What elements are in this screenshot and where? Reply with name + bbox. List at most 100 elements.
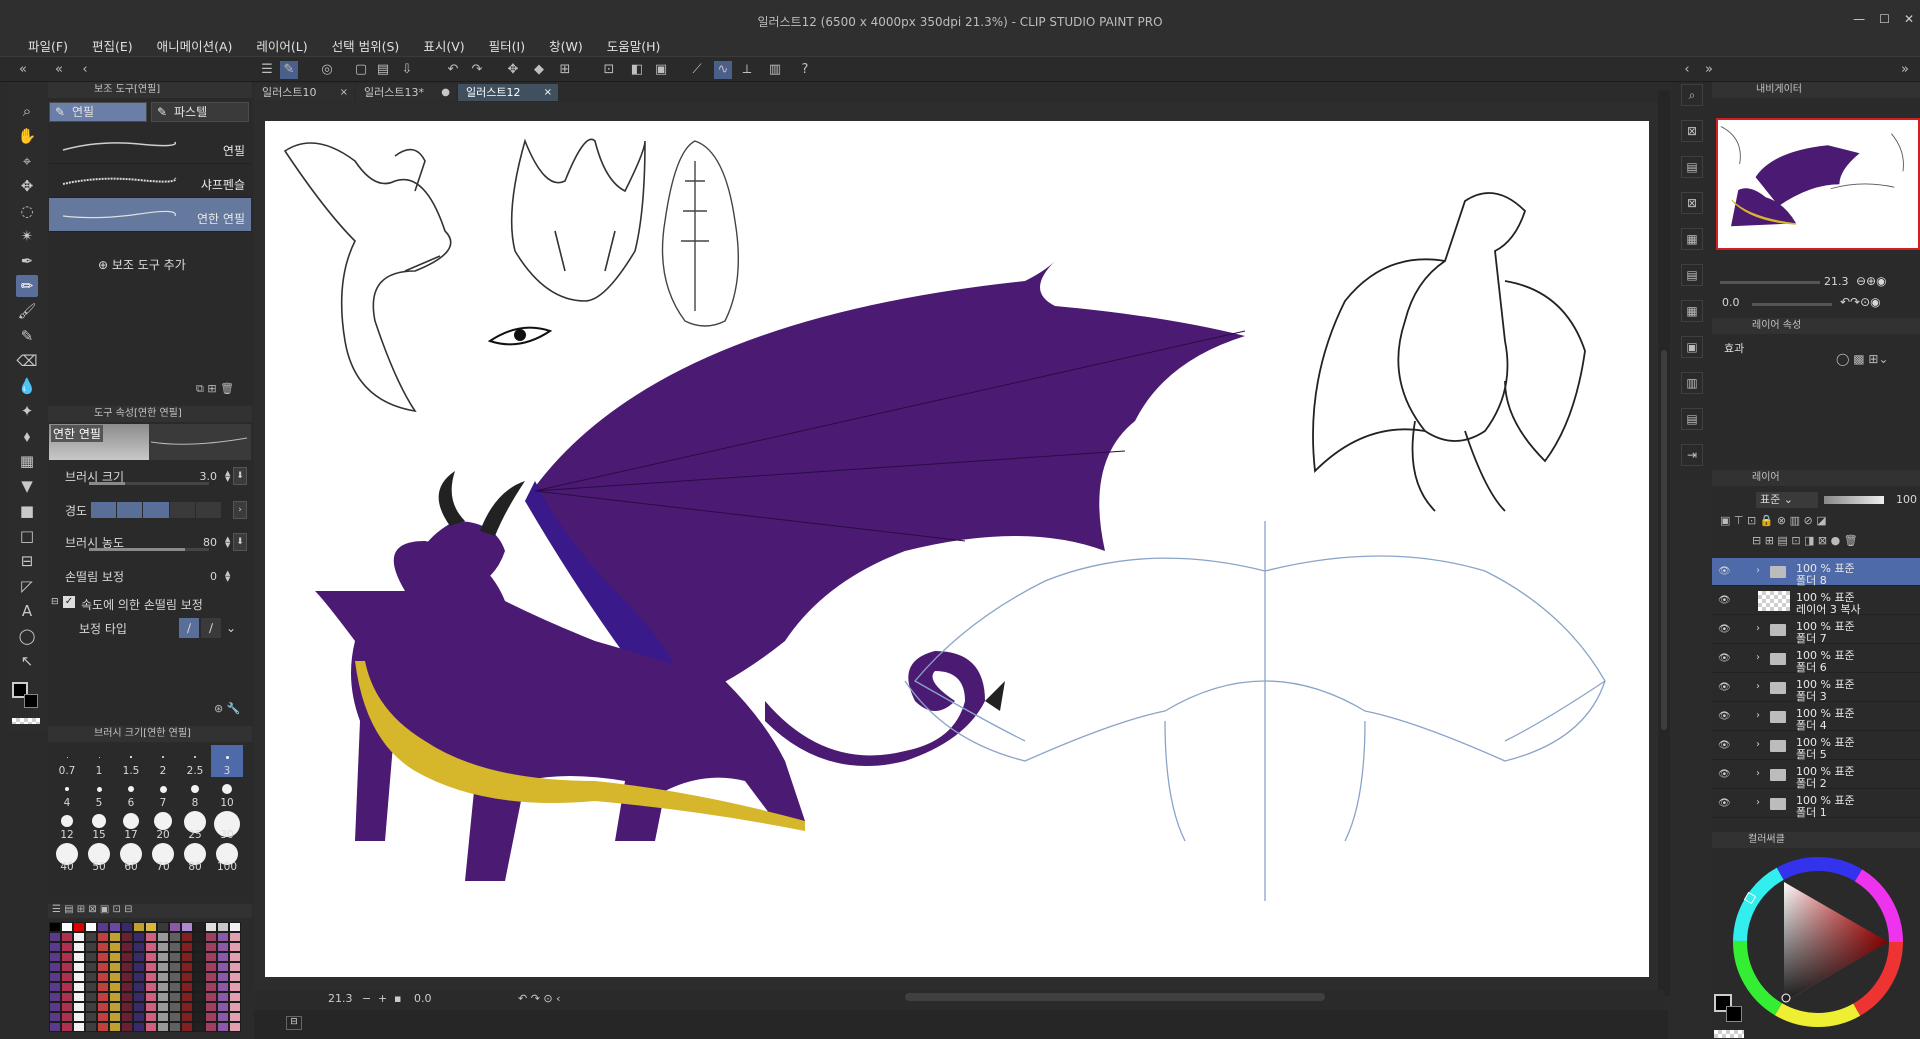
navigator-thumbnail[interactable] — [1716, 118, 1920, 250]
hand-tool-icon[interactable]: ✋ — [16, 125, 38, 147]
palette-swatch[interactable] — [109, 952, 121, 962]
curve-ruler-icon[interactable]: ∿ — [714, 61, 732, 79]
collapse-left-icon[interactable]: « — [14, 61, 32, 79]
palette-swatch[interactable] — [193, 942, 205, 952]
correction-type-b-icon[interactable]: ∕ — [201, 618, 221, 638]
dynamics-icon[interactable]: ⬇ — [233, 533, 247, 551]
material-icon[interactable]: ▤ — [1681, 408, 1703, 430]
palette-swatch[interactable] — [49, 922, 61, 932]
palette-swatch[interactable] — [73, 952, 85, 962]
chevron-right-icon[interactable]: › — [1756, 710, 1760, 721]
zoom-value[interactable]: 21.3 — [328, 992, 353, 1005]
palette-swatch[interactable] — [61, 992, 73, 1002]
chevron-right-icon[interactable]: › — [1756, 681, 1760, 692]
palette-swatch[interactable] — [193, 982, 205, 992]
palette-swatch[interactable] — [205, 972, 217, 982]
palette-swatch[interactable] — [133, 982, 145, 992]
transparent-color-swatch[interactable] — [1714, 1030, 1744, 1038]
palette-swatch[interactable] — [205, 942, 217, 952]
palette-swatch[interactable] — [85, 972, 97, 982]
palette-swatch[interactable] — [85, 982, 97, 992]
palette-swatch[interactable] — [133, 992, 145, 1002]
shape-icon[interactable]: ◆ — [530, 61, 548, 79]
brush-item-mechanical-pencil[interactable]: 샤프펜슬 — [49, 164, 251, 198]
palette-swatch[interactable] — [109, 1012, 121, 1022]
palette-swatch[interactable] — [121, 1022, 133, 1032]
palette-swatch[interactable] — [61, 942, 73, 952]
lasso-icon[interactable]: ◎ — [318, 61, 336, 79]
palette-swatch[interactable] — [109, 922, 121, 932]
sub-color-swatch[interactable] — [1726, 1006, 1742, 1022]
palette-swatch[interactable] — [49, 942, 61, 952]
brush-size-option[interactable]: 10 — [211, 777, 243, 809]
eye-icon[interactable]: 👁 — [1718, 798, 1732, 809]
transparent-color-swatch[interactable] — [12, 718, 40, 724]
eye-icon[interactable]: 👁 — [1718, 653, 1732, 664]
palette-swatch[interactable] — [109, 962, 121, 972]
palette-swatch[interactable] — [121, 922, 133, 932]
palette-swatch[interactable] — [193, 962, 205, 972]
palette-swatch[interactable] — [73, 932, 85, 942]
palette-swatch[interactable] — [205, 982, 217, 992]
vertical-scroll-thumb[interactable] — [1661, 350, 1667, 730]
brush-size-option[interactable]: 0.7 — [51, 745, 83, 777]
palette-swatch[interactable] — [169, 922, 181, 932]
palette-swatch[interactable] — [181, 952, 193, 962]
ruler-tool-icon[interactable]: ◸ — [16, 575, 38, 597]
palette-swatch[interactable] — [49, 932, 61, 942]
palette-swatch[interactable] — [193, 932, 205, 942]
menu-icon[interactable]: ☰ ▤ ⊞ ⊠ ▣ ⊡ ⊟ — [52, 904, 132, 915]
palette-swatch[interactable] — [97, 1012, 109, 1022]
settings-icon[interactable]: ⊛ — [214, 702, 223, 715]
collapse-right-icon[interactable]: » — [1700, 61, 1718, 79]
correction-type-a-icon[interactable]: ∕ — [179, 618, 199, 638]
expand-icon[interactable]: ⊟ — [51, 597, 59, 607]
palette-swatch[interactable] — [229, 972, 241, 982]
palette-swatch[interactable] — [169, 1022, 181, 1032]
zoom-out-icon[interactable]: − — [362, 992, 371, 1005]
blend-tool-icon[interactable]: 💧 — [16, 375, 38, 397]
palette-swatch[interactable] — [73, 992, 85, 1002]
palette-swatch[interactable] — [97, 952, 109, 962]
pen-mode-icon[interactable]: ✎ — [280, 61, 298, 79]
eye-icon[interactable]: 👁 — [1718, 711, 1732, 722]
chevron-right-icon[interactable]: › — [1756, 768, 1760, 779]
palette-swatch[interactable] — [73, 1022, 85, 1032]
palette-swatch[interactable] — [61, 1022, 73, 1032]
speed-stab-checkbox[interactable]: ✓ — [63, 596, 75, 608]
text-tool-icon[interactable]: A — [16, 600, 38, 622]
palette-swatch[interactable] — [145, 942, 157, 952]
open-file-icon[interactable]: ▤ — [374, 61, 392, 79]
palette-swatch[interactable] — [145, 1002, 157, 1012]
palette-swatch[interactable] — [49, 1002, 61, 1012]
palette-swatch[interactable] — [181, 942, 193, 952]
palette-swatch[interactable] — [157, 1002, 169, 1012]
bucket-tool-icon[interactable]: ▼ — [16, 475, 38, 497]
palette-swatch[interactable] — [181, 962, 193, 972]
hardness-steps[interactable] — [91, 502, 222, 518]
transform-icon[interactable]: ⊞ — [556, 61, 574, 79]
unsaved-dot-icon[interactable]: ● — [441, 84, 450, 101]
palette-swatch[interactable] — [121, 942, 133, 952]
palette-swatch[interactable] — [109, 1022, 121, 1032]
palette-swatch[interactable] — [157, 972, 169, 982]
palette-swatch[interactable] — [157, 952, 169, 962]
brush-size-option[interactable]: 80 — [179, 841, 211, 873]
horizontal-scroll-thumb[interactable] — [905, 993, 1325, 1001]
palette-swatch[interactable] — [97, 922, 109, 932]
add-subtool-button[interactable]: ⊕ 보조 도구 추가 — [98, 256, 186, 273]
brush-size-value[interactable]: 3.0 — [200, 470, 218, 483]
palette-swatch[interactable] — [133, 922, 145, 932]
brush-size-option[interactable]: 5 — [83, 777, 115, 809]
copy-icon[interactable]: ⧉ — [196, 382, 204, 395]
tab-pastel[interactable]: ✎ 파스텔 — [151, 102, 249, 122]
palette-swatch[interactable] — [217, 922, 229, 932]
layer-row[interactable]: 👁 › 100 % 표준 폴더 6 — [1712, 645, 1920, 674]
chevron-right-icon[interactable]: › — [233, 501, 247, 519]
brush-size-option[interactable]: 15 — [83, 809, 115, 841]
blend-mode-select[interactable]: 표준 ⌄ — [1756, 492, 1818, 508]
material-icon[interactable]: ⊠ — [1681, 120, 1703, 142]
palette-swatch[interactable] — [157, 1022, 169, 1032]
palette-swatch[interactable] — [205, 1022, 217, 1032]
collapse-icon[interactable]: « — [50, 61, 68, 79]
